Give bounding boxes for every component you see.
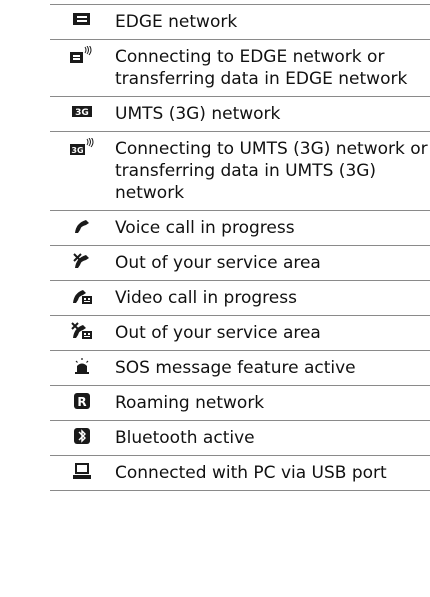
- roaming-icon: R: [50, 386, 113, 420]
- table-row: 3G UMTS (3G) network: [50, 96, 430, 131]
- svg-text:3G: 3G: [75, 108, 89, 118]
- edge-transfer-icon: [50, 40, 113, 96]
- table-row: SOS message feature active: [50, 350, 430, 385]
- row-text: Connected with PC via USB port: [115, 463, 387, 483]
- table-row: Voice call in progress: [50, 210, 430, 245]
- sos-icon: [50, 351, 113, 385]
- voice-call-icon: [50, 211, 113, 245]
- row-text: Connecting to UMTS (3G) network or trans…: [115, 139, 428, 203]
- row-text: EDGE network: [115, 12, 238, 32]
- table-row: EDGE network: [50, 4, 430, 39]
- row-text: UMTS (3G) network: [115, 104, 281, 124]
- table-row: Out of your service area: [50, 315, 430, 350]
- row-text: SOS message feature active: [115, 358, 356, 378]
- svg-text:R: R: [77, 395, 86, 409]
- row-text: Out of your service area: [115, 253, 321, 273]
- video-call-out-of-service-icon: [50, 316, 113, 350]
- bluetooth-icon: [50, 421, 113, 455]
- edge-icon: [50, 5, 113, 39]
- table-row: 3G Connecting to UMTS (3G) network or tr…: [50, 131, 430, 210]
- row-text: Voice call in progress: [115, 218, 295, 238]
- table-row: Out of your service area: [50, 245, 430, 280]
- table-row: Video call in progress: [50, 280, 430, 315]
- umts-icon: 3G: [50, 97, 113, 131]
- pc-usb-icon: [50, 456, 113, 490]
- voice-call-out-of-service-icon: [50, 246, 113, 280]
- row-text: Video call in progress: [115, 288, 297, 308]
- table-row: R Roaming network: [50, 385, 430, 420]
- row-text: Connecting to EDGE network or transferri…: [115, 47, 408, 89]
- video-call-icon: [50, 281, 113, 315]
- status-icon-table: EDGE network Connecting to EDGE network …: [50, 4, 430, 491]
- umts-transfer-icon: 3G: [50, 132, 113, 210]
- table-row: Connecting to EDGE network or transferri…: [50, 39, 430, 96]
- row-text: Bluetooth active: [115, 428, 255, 448]
- row-text: Out of your service area: [115, 323, 321, 343]
- table-row: Bluetooth active: [50, 420, 430, 455]
- svg-text:3G: 3G: [71, 146, 83, 155]
- table-row: Connected with PC via USB port: [50, 455, 430, 491]
- row-text: Roaming network: [115, 393, 265, 413]
